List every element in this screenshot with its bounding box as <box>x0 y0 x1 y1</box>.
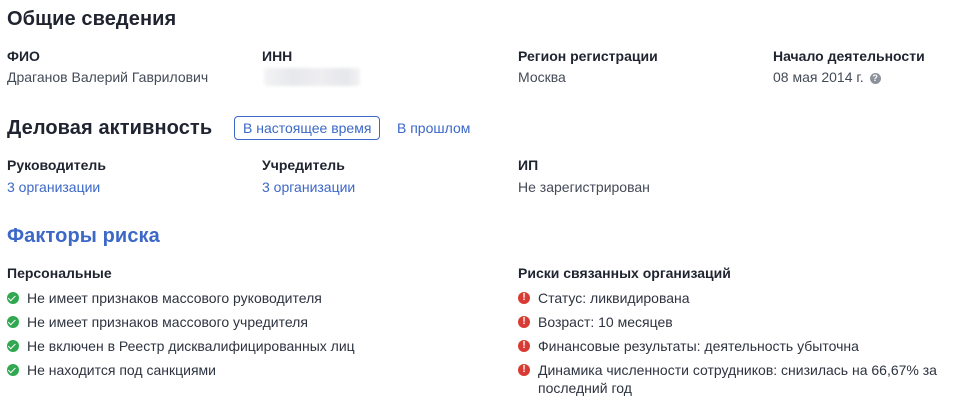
region-value: Москва <box>518 69 566 85</box>
personal-risk-text: Не имеет признаков массового руководител… <box>27 290 322 306</box>
founder-label: Учредитель <box>262 157 345 173</box>
personal-risk-item: Не имеет признаков массового учредителя <box>7 313 487 331</box>
related-risk-text: Динамика численности сотрудников: снизил… <box>538 362 937 396</box>
related-risk-item: ! Статус: ликвидирована <box>518 289 958 307</box>
related-risk-text: Возраст: 10 месяцев <box>538 314 673 330</box>
tab-past[interactable]: В прошлом <box>397 120 470 136</box>
personal-risk-text: Не включен в Реестр дисквалифицированных… <box>27 338 355 354</box>
personal-risks-title: Персональные <box>7 265 112 281</box>
risks-section-title: Факторы риска <box>7 225 160 247</box>
personal-risk-item: Не находится под санкциями <box>7 361 487 379</box>
inn-value-redacted <box>264 68 360 86</box>
director-label: Руководитель <box>7 157 106 173</box>
related-risks-title: Риски связанных организаций <box>518 265 731 281</box>
fio-value: Драганов Валерий Гаврилович <box>7 69 209 85</box>
check-circle-icon <box>7 292 19 304</box>
exclamation-circle-icon: ! <box>518 292 530 304</box>
ip-value: Не зарегистрирован <box>518 179 650 195</box>
personal-risk-text: Не имеет признаков массового учредителя <box>27 314 308 330</box>
question-circle-icon[interactable]: ? <box>869 73 881 84</box>
exclamation-circle-icon: ! <box>518 364 530 376</box>
check-circle-icon <box>7 340 19 352</box>
tab-current[interactable]: В настоящее время <box>234 116 381 140</box>
check-circle-icon <box>7 364 19 376</box>
related-risk-item: ! Динамика численности сотрудников: сниз… <box>518 361 958 397</box>
inn-label: ИНН <box>262 48 293 64</box>
personal-risk-text: Не находится под санкциями <box>27 362 216 378</box>
personal-risk-item: Не имеет признаков массового руководител… <box>7 289 487 307</box>
director-organizations-link[interactable]: 3 организации <box>7 179 100 195</box>
start-date-row: 08 мая 2014 г.? <box>773 69 881 85</box>
check-circle-icon <box>7 316 19 328</box>
start-date-label: Начало деятельности <box>773 48 925 64</box>
related-risk-item: ! Финансовые результаты: деятельность уб… <box>518 337 958 355</box>
related-risk-text: Статус: ликвидирована <box>538 290 690 306</box>
founder-organizations-link[interactable]: 3 организации <box>262 179 355 195</box>
related-risk-text: Финансовые результаты: деятельность убыт… <box>538 338 859 354</box>
exclamation-circle-icon: ! <box>518 340 530 352</box>
region-label: Регион регистрации <box>518 48 658 64</box>
general-section-title: Общие сведения <box>7 8 177 30</box>
related-risk-item: ! Возраст: 10 месяцев <box>518 313 958 331</box>
business-section-title: Деловая активность <box>7 117 213 139</box>
fio-label: ФИО <box>7 48 40 64</box>
start-date-value: 08 мая 2014 г. <box>773 69 864 85</box>
ip-label: ИП <box>518 157 539 173</box>
exclamation-circle-icon: ! <box>518 316 530 328</box>
personal-risk-item: Не включен в Реестр дисквалифицированных… <box>7 337 487 355</box>
